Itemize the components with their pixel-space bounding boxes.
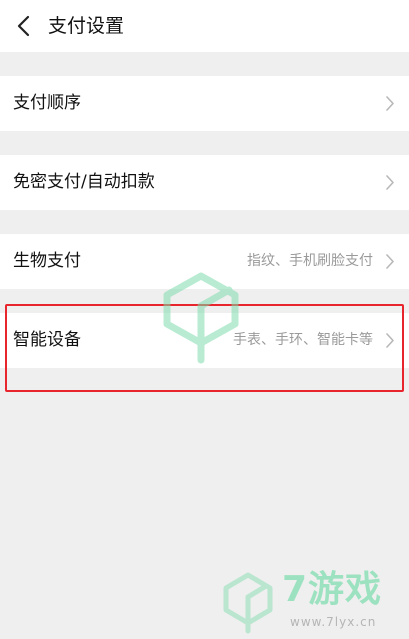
- watermark-brand-text: 7游戏: [282, 569, 383, 610]
- setting-row-password-free-payment[interactable]: 免密支付/自动扣款: [0, 155, 409, 210]
- chevron-right-icon: [386, 175, 394, 190]
- setting-row-payment-order[interactable]: 支付顺序: [0, 76, 409, 131]
- chevron-right-icon: [386, 96, 394, 111]
- chevron-right-icon: [386, 254, 394, 269]
- page-title: 支付设置: [48, 15, 125, 37]
- setting-label: 生物支付: [13, 251, 81, 271]
- setting-value: 指纹、手机刷脸支付: [247, 253, 373, 269]
- setting-label: 免密支付/自动扣款: [13, 172, 155, 192]
- top-bar: 支付设置: [0, 0, 409, 52]
- watermark-brand-logo-icon: [223, 572, 273, 634]
- watermark-logo-icon: [163, 272, 239, 364]
- setting-label: 支付顺序: [13, 93, 81, 113]
- watermark-url: www.7lyx.cn: [290, 615, 377, 629]
- back-arrow-icon[interactable]: [14, 14, 36, 38]
